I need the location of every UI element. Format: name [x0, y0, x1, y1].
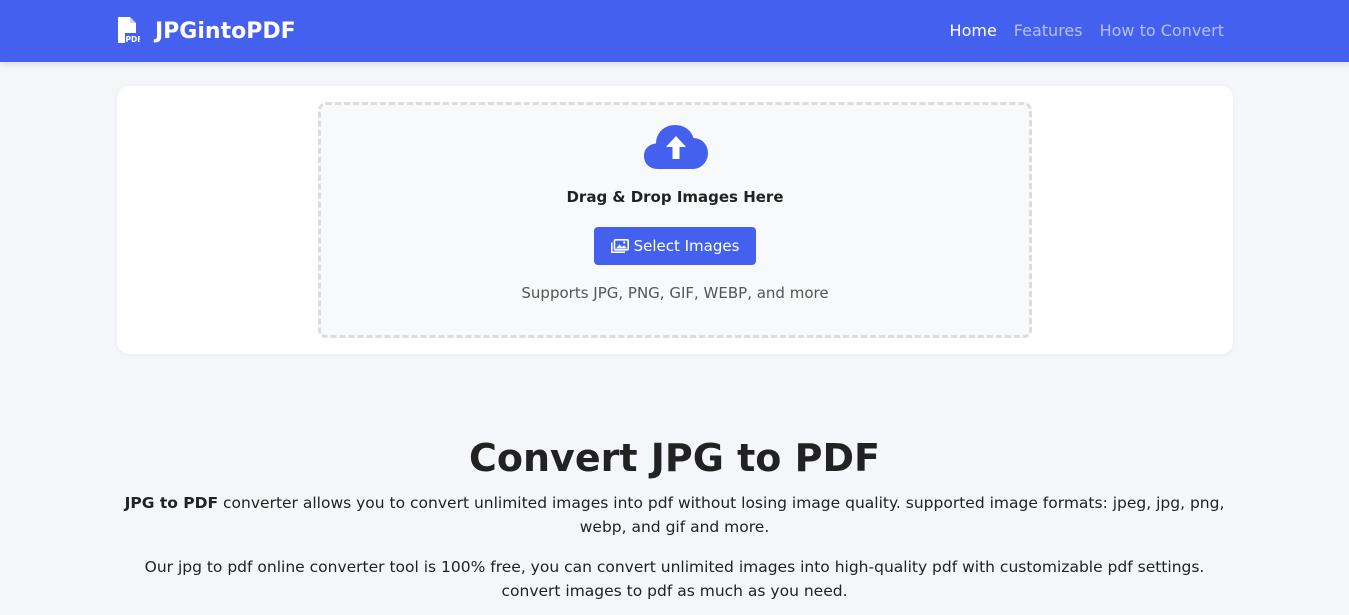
nav-links: Home Features How to Convert: [933, 20, 1224, 42]
nav-home-link[interactable]: Home: [950, 20, 997, 42]
free-tool-paragraph: Our jpg to pdf online converter tool is …: [144, 558, 1205, 600]
drop-zone[interactable]: Drag & Drop Images Here Select Images Su…: [318, 102, 1032, 338]
intro-paragraph: JPG to PDF converter allows you to conve…: [118, 491, 1231, 539]
pdf-file-icon: PDF: [116, 17, 142, 45]
upload-card: Drag & Drop Images Here Select Images Su…: [117, 86, 1233, 354]
nav-how-to-convert-link[interactable]: How to Convert: [1100, 20, 1224, 42]
cloud-upload-icon: [644, 125, 708, 169]
nav-features-link[interactable]: Features: [1014, 20, 1083, 42]
select-images-button[interactable]: Select Images: [594, 227, 756, 265]
svg-text:PDF: PDF: [126, 35, 141, 44]
select-images-label: Select Images: [633, 237, 740, 255]
intro-bold-text: JPG to PDF: [124, 494, 219, 512]
images-icon: [610, 239, 629, 253]
top-navbar: PDF JPGintoPDF Home Features How to Conv…: [0, 0, 1349, 62]
supported-formats-text: Supports JPG, PNG, GIF, WEBP, and more: [521, 284, 829, 302]
drop-zone-title: Drag & Drop Images Here: [566, 188, 784, 206]
page-title: Convert JPG to PDF: [469, 436, 880, 480]
intro-text: converter allows you to convert unlimite…: [218, 494, 1225, 536]
brand-logo-link[interactable]: PDF JPGintoPDF: [116, 17, 296, 45]
brand-name: JPGintoPDF: [155, 18, 296, 44]
